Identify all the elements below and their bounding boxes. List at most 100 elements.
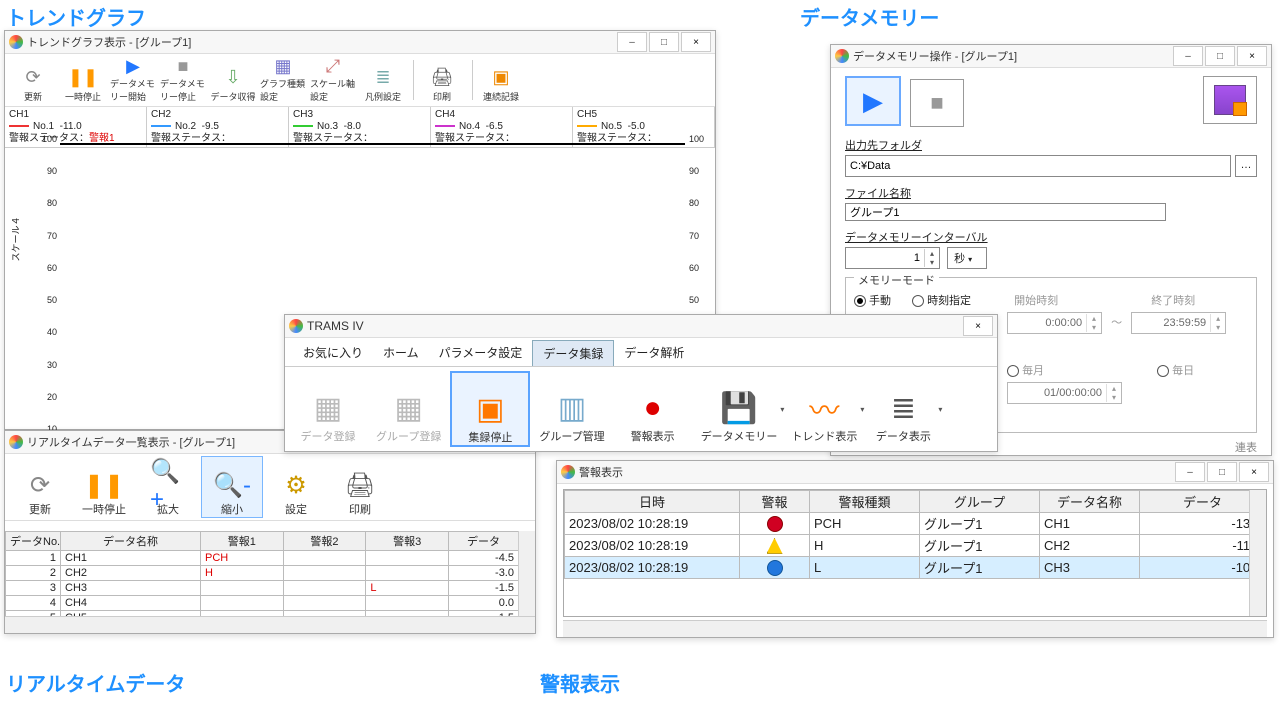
maximize-button[interactable]: □ [1207, 462, 1237, 482]
trend-titlebar[interactable]: トレンドグラフ表示 - [グループ1] – □ × [5, 31, 715, 54]
browse-folder-button[interactable]: … [1235, 155, 1257, 177]
end-time-spinner[interactable]: ▴▾ [1131, 312, 1226, 334]
toolbar-凡例設定[interactable]: ≣凡例設定 [359, 56, 407, 104]
series-color-icon [151, 125, 171, 127]
ribbon-データ登録: ▦データ登録 [289, 371, 367, 445]
toolbar-印刷[interactable]: 🖨印刷 [329, 456, 391, 518]
column-header[interactable]: グループ [920, 491, 1040, 513]
trend-plot[interactable] [60, 143, 685, 145]
column-header[interactable]: 警報3 [366, 532, 449, 551]
monthly-time-spinner[interactable]: ▴▾ [1007, 382, 1122, 404]
column-header[interactable]: データNo. [6, 532, 61, 551]
toolbar-グラフ種類設定[interactable]: ▦グラフ種類設定 [259, 56, 307, 104]
mode-manual-radio[interactable]: 手動 [854, 295, 891, 307]
minimize-button[interactable]: – [1173, 46, 1203, 66]
toolbar-一時停止[interactable]: ❚❚一時停止 [59, 56, 107, 104]
ribbon-データ表示[interactable]: ≣データ表示 [864, 371, 942, 445]
daily-radio[interactable]: 毎日 [1157, 365, 1194, 377]
file-name-input[interactable] [845, 203, 1166, 221]
interval-unit-select[interactable]: 秒 ▾ [947, 247, 987, 269]
series-color-icon [577, 125, 597, 127]
toolbar-印刷[interactable]: 🖨印刷 [418, 56, 466, 104]
column-header[interactable]: 日時 [565, 491, 740, 513]
end-time-label: 終了時刻 [1151, 295, 1195, 307]
column-header[interactable]: 警報 [740, 491, 810, 513]
ribbon-トレンド表示[interactable]: 〰トレンド表示 [784, 371, 864, 445]
column-header[interactable]: データ [1140, 491, 1266, 513]
ribbon-icon: ▥ [552, 388, 592, 428]
ribbon-集録停止[interactable]: ▣集録停止 [450, 371, 530, 447]
tab-お気に入り[interactable]: お気に入り [293, 340, 373, 366]
column-header[interactable]: 警報1 [201, 532, 284, 551]
maximize-button[interactable]: □ [1205, 46, 1235, 66]
tab-ホーム[interactable]: ホーム [373, 340, 429, 366]
toolbar-縮小[interactable]: 🔍-縮小 [201, 456, 263, 518]
toolbar-データ収得[interactable]: ⇩データ収得 [209, 56, 257, 104]
table-row[interactable]: 1CH1PCH-4.5 [6, 551, 535, 566]
horizontal-scrollbar[interactable] [5, 616, 535, 633]
maximize-button[interactable]: □ [649, 32, 679, 52]
close-button[interactable]: × [1239, 462, 1269, 482]
dm-stop-button[interactable]: ■ [910, 79, 964, 127]
ribbon-データメモリー[interactable]: 💾データメモリー [694, 371, 785, 445]
toolbar-拡大[interactable]: 🔍+拡大 [137, 456, 199, 518]
column-header[interactable]: 警報種類 [810, 491, 920, 513]
app-icon [9, 35, 23, 49]
table-row[interactable]: 2023/08/02 10:28:19Hグループ1CH2-11.6 [565, 535, 1266, 557]
table-row[interactable]: 4CH40.0 [6, 596, 535, 611]
dm-start-button[interactable]: ▶ [845, 76, 901, 126]
tab-データ集録[interactable]: データ集録 [532, 340, 614, 366]
toolbar-更新[interactable]: ⟳更新 [9, 56, 57, 104]
horizontal-scrollbar[interactable] [563, 620, 1267, 637]
alarm-table[interactable]: 日時警報警報種類グループデータ名称データ 2023/08/02 10:28:19… [564, 490, 1266, 579]
toolbar-一時停止[interactable]: ❚❚一時停止 [73, 456, 135, 518]
toolbar-スケール軸設定[interactable]: ⤢スケール軸設定 [309, 56, 357, 104]
table-row[interactable]: 2023/08/02 10:28:19Lグループ1CH3-10.1 [565, 557, 1266, 579]
section-label-trend: トレンドグラフ [6, 2, 146, 31]
minimize-button[interactable]: – [1175, 462, 1205, 482]
mode-timed-radio[interactable]: 時刻指定 [912, 295, 971, 307]
toolbar-連続記録[interactable]: ▣連続記録 [477, 56, 525, 104]
app-icon [9, 435, 23, 449]
dm-title: データメモリー操作 - [グループ1] [853, 48, 1017, 64]
trams-titlebar[interactable]: TRAMS IV × [285, 315, 997, 338]
time-range-tilde: ～ [1111, 317, 1122, 329]
interval-spinner[interactable]: ▴▾ [845, 247, 940, 269]
rt-toolbar: ⟳更新❚❚一時停止🔍+拡大🔍-縮小⚙設定🖨印刷 [5, 454, 535, 521]
minimize-button[interactable]: – [617, 32, 647, 52]
alarm-severity-icon [767, 516, 783, 532]
column-header[interactable]: データ名称 [61, 532, 201, 551]
column-header[interactable]: 警報2 [283, 532, 366, 551]
close-button[interactable]: × [1237, 46, 1267, 66]
table-row[interactable]: 2CH2H-3.0 [6, 566, 535, 581]
table-row[interactable]: 3CH3L-1.5 [6, 581, 535, 596]
toolbar-更新[interactable]: ⟳更新 [9, 456, 71, 518]
column-header[interactable]: データ [449, 532, 519, 551]
monthly-radio[interactable]: 毎月 [1007, 365, 1044, 377]
alarm-titlebar[interactable]: 警報表示 – □ × [557, 461, 1273, 484]
table-row[interactable]: 2023/08/02 10:28:19PCHグループ1CH1-13.1 [565, 513, 1266, 535]
close-button[interactable]: × [681, 32, 711, 52]
app-icon [289, 319, 303, 333]
vertical-scrollbar[interactable] [518, 531, 535, 617]
tab-データ解析[interactable]: データ解析 [614, 340, 694, 366]
tab-パラメータ設定[interactable]: パラメータ設定 [429, 340, 533, 366]
dm-save-button[interactable] [1203, 76, 1257, 124]
trend-toolbar: ⟳更新❚❚一時停止▶データメモリー開始■データメモリー停止⇩データ収得▦グラフ種… [5, 54, 715, 107]
vertical-scrollbar[interactable] [1249, 490, 1266, 616]
realtime-table[interactable]: データNo.データ名称警報1警報2警報3データ 1CH1PCH-4.52CH2H… [5, 531, 535, 617]
column-header[interactable]: データ名称 [1040, 491, 1140, 513]
close-button[interactable]: × [963, 316, 993, 336]
toolbar-設定[interactable]: ⚙設定 [265, 456, 327, 518]
ribbon-警報表示[interactable]: ●警報表示 [614, 371, 692, 445]
out-folder-input[interactable] [845, 155, 1231, 177]
dm-titlebar[interactable]: データメモリー操作 - [グループ1] – □ × [831, 45, 1271, 68]
ribbon-グループ管理[interactable]: ▥グループ管理 [532, 371, 611, 445]
start-time-spinner[interactable]: ▴▾ [1007, 312, 1102, 334]
ribbon-icon: 〰 [804, 388, 844, 428]
toolbar-データメモリー停止[interactable]: ■データメモリー停止 [159, 56, 207, 104]
toolbar-icon: ⟳ [22, 469, 58, 501]
dropdown-icon[interactable]: ▾ [938, 405, 942, 414]
alarm-title: 警報表示 [579, 464, 623, 480]
toolbar-データメモリー開始[interactable]: ▶データメモリー開始 [109, 56, 157, 104]
